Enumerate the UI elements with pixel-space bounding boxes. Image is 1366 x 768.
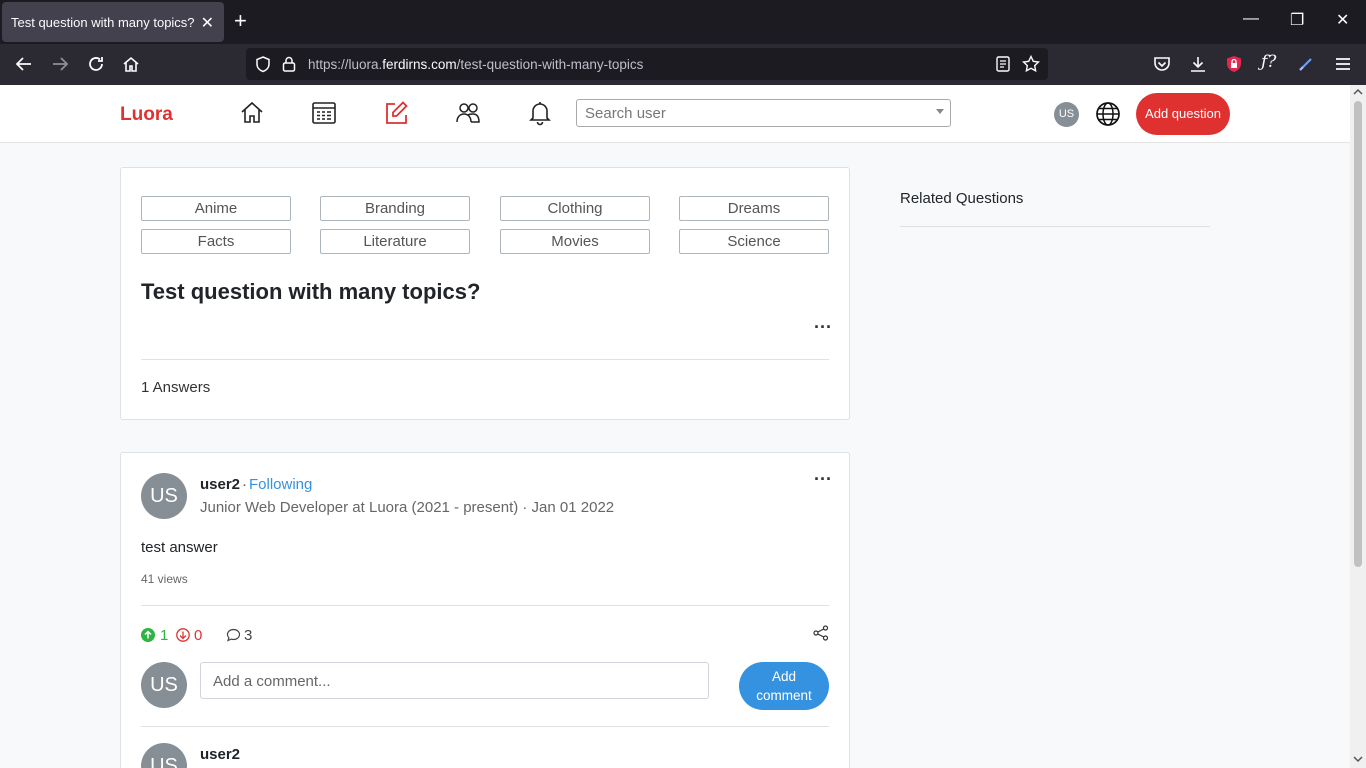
topic-tag[interactable]: Anime	[141, 196, 291, 221]
topic-tag[interactable]: Movies	[500, 229, 650, 254]
comment-input[interactable]	[213, 673, 693, 690]
reader-view-icon[interactable]	[996, 56, 1010, 72]
downvote-icon[interactable]	[176, 628, 190, 642]
scrollbar-thumb[interactable]	[1354, 101, 1362, 567]
extension-shield-icon[interactable]	[1224, 54, 1244, 74]
shield-icon[interactable]	[254, 55, 272, 73]
scroll-up-icon[interactable]	[1353, 88, 1363, 96]
more-options-icon[interactable]: ···	[814, 469, 832, 490]
add-comment-button[interactable]: Add comment	[739, 662, 829, 710]
answer-nav-icon[interactable]	[383, 100, 409, 126]
question-card: Anime Branding Clothing Dreams Facts Lit…	[120, 167, 850, 420]
topic-tag[interactable]: Branding	[320, 196, 470, 221]
author-credential: Junior Web Developer at Luora (2021 - pr…	[200, 499, 615, 516]
related-questions-title: Related Questions	[900, 190, 1024, 207]
answers-count: 1 Answers	[141, 379, 211, 396]
formula-extension-icon[interactable]: ƒ?	[1261, 52, 1281, 72]
close-tab-icon[interactable]: ✕	[201, 13, 214, 33]
logo[interactable]: Luora	[120, 104, 173, 126]
topic-tag[interactable]: Science	[679, 229, 829, 254]
comment-field[interactable]	[200, 662, 709, 699]
page-scrollbar[interactable]	[1350, 85, 1366, 768]
address-bar[interactable]: https://luora.ferdirns.com/test-question…	[246, 48, 1048, 80]
home-nav-icon[interactable]	[239, 100, 265, 126]
more-options-icon[interactable]: ···	[814, 317, 832, 338]
bookmark-star-icon[interactable]	[1022, 55, 1040, 73]
notifications-bell-icon[interactable]	[527, 100, 553, 126]
topic-tag[interactable]: Clothing	[500, 196, 650, 221]
new-tab-icon[interactable]: +	[234, 9, 247, 33]
feed-nav-icon[interactable]	[311, 100, 337, 126]
following-button[interactable]: Following	[249, 476, 312, 493]
search-user-select[interactable]	[576, 99, 951, 127]
globe-icon[interactable]	[1095, 101, 1121, 127]
scroll-down-icon[interactable]	[1353, 755, 1363, 763]
tab-title: Test question with many topics?	[11, 15, 195, 30]
divider	[141, 726, 829, 727]
question-title: Test question with many topics?	[141, 279, 481, 304]
window-close-icon[interactable]: ✕	[1336, 10, 1349, 30]
lock-icon[interactable]	[281, 55, 297, 73]
divider	[141, 359, 829, 360]
restore-icon[interactable]: ❐	[1290, 10, 1304, 30]
topic-tag[interactable]: Dreams	[679, 196, 829, 221]
minimize-icon[interactable]: —	[1243, 10, 1259, 28]
download-icon[interactable]	[1188, 54, 1208, 74]
avatar[interactable]: US	[141, 743, 187, 768]
upvote-count: 1	[160, 627, 169, 644]
separator: ·	[242, 476, 247, 493]
forward-icon[interactable]	[50, 54, 70, 74]
share-icon[interactable]	[813, 625, 829, 641]
views-count: 41 views	[141, 572, 188, 586]
answer-card: US user2 · Following Junior Web Develope…	[120, 452, 850, 768]
avatar[interactable]: US	[1054, 102, 1079, 127]
add-comment-label-line2: comment	[756, 688, 812, 703]
reload-icon[interactable]	[86, 54, 106, 74]
author-name[interactable]: user2	[200, 746, 240, 763]
color-picker-icon[interactable]	[1296, 54, 1316, 74]
comment-count: 3	[244, 627, 253, 644]
chevron-down-icon[interactable]	[936, 109, 944, 114]
upvote-icon[interactable]	[141, 628, 155, 642]
avatar: US	[141, 662, 187, 708]
divider	[141, 605, 829, 606]
search-user-input[interactable]	[585, 105, 915, 122]
comment-icon[interactable]	[226, 628, 241, 642]
author-name[interactable]: user2	[200, 476, 240, 493]
downvote-count: 0	[194, 627, 203, 644]
back-icon[interactable]	[14, 54, 34, 74]
topic-tag[interactable]: Facts	[141, 229, 291, 254]
home-icon[interactable]	[121, 54, 141, 74]
answer-text: test answer	[141, 539, 218, 556]
url-text: https://luora.ferdirns.com/test-question…	[308, 57, 644, 72]
divider	[900, 226, 1210, 227]
browser-tab[interactable]: Test question with many topics? ✕	[2, 2, 224, 42]
menu-icon[interactable]	[1333, 54, 1353, 74]
browser-nav-bar: https://luora.ferdirns.com/test-question…	[0, 44, 1366, 85]
add-comment-label-line1: Add	[771, 669, 797, 684]
add-question-button[interactable]: Add question	[1136, 93, 1230, 135]
browser-tab-bar: Test question with many topics? ✕ + — ❐ …	[0, 0, 1366, 44]
topic-tag[interactable]: Literature	[320, 229, 470, 254]
page: Luora US Add question Anime Branding Clo…	[0, 85, 1350, 768]
site-header: Luora US Add question	[0, 85, 1350, 143]
pocket-icon[interactable]	[1152, 54, 1172, 74]
avatar[interactable]: US	[141, 473, 187, 519]
spaces-nav-icon[interactable]	[455, 100, 481, 126]
